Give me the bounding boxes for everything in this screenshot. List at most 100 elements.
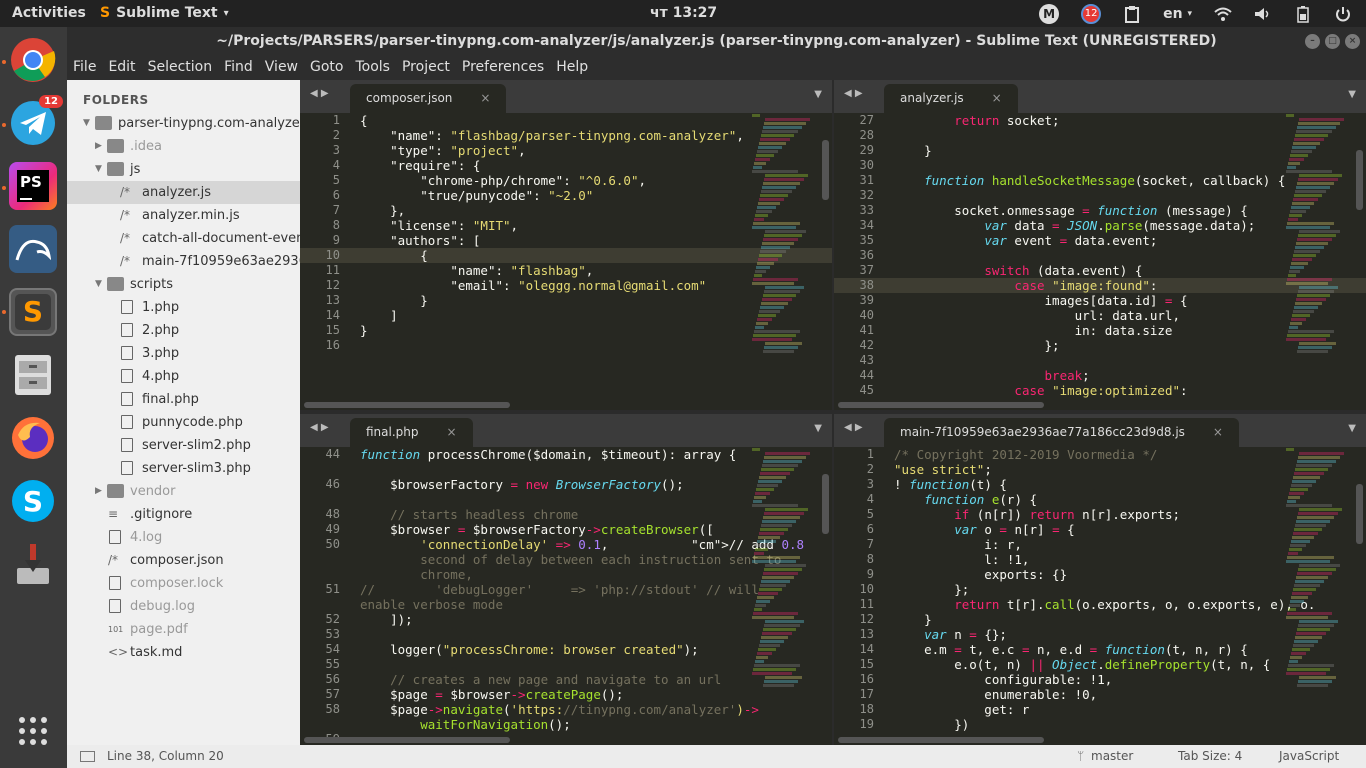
tab-dropdown-icon[interactable]: ▼: [814, 423, 822, 434]
sidebar-item[interactable]: /* composer.json: [67, 549, 300, 572]
editor-tab[interactable]: composer.json ×: [350, 84, 507, 113]
language-indicator[interactable]: en ▾: [1163, 5, 1192, 23]
sidebar-item[interactable]: 2.php: [67, 319, 300, 342]
chrome-icon[interactable]: [9, 36, 57, 84]
sublime-text-icon[interactable]: S: [9, 288, 57, 336]
minimize-button[interactable]: –: [1305, 34, 1320, 49]
close-tab-icon[interactable]: ×: [1213, 425, 1223, 439]
minimap[interactable]: [1286, 113, 1346, 400]
sidebar-item[interactable]: /* analyzer.js: [67, 181, 300, 204]
editor-pane-top-right[interactable]: ◀ ▶ analyzer.js × ▼ 27 28 29 30 31 32 33 34 35 36 37 38…: [834, 80, 1366, 410]
git-branch[interactable]: master: [1091, 745, 1133, 768]
telegram-icon[interactable]: 12: [9, 95, 63, 147]
sidebar-item[interactable]: ▼ parser-tinypng.com-analyzer: [67, 112, 300, 135]
file-cabinet-icon[interactable]: [9, 351, 57, 399]
syntax-selector[interactable]: JavaScript: [1279, 745, 1339, 768]
menu-help[interactable]: Help: [556, 56, 594, 80]
sidebar-item[interactable]: 4.log: [67, 526, 300, 549]
editor-tab[interactable]: final.php ×: [350, 418, 473, 447]
menu-edit[interactable]: Edit: [108, 56, 141, 80]
collapsed-arrow-icon[interactable]: ▶: [95, 135, 102, 158]
sidebar-item[interactable]: 101 page.pdf: [67, 618, 300, 641]
menu-view[interactable]: View: [265, 56, 304, 80]
tab-dropdown-icon[interactable]: ▼: [1348, 89, 1356, 100]
close-tab-icon[interactable]: ×: [992, 91, 1002, 105]
editor-tab[interactable]: analyzer.js ×: [884, 84, 1018, 113]
tab-dropdown-icon[interactable]: ▼: [1348, 423, 1356, 434]
editor-pane-top-left[interactable]: ◀ ▶ composer.json × ▼ 1 2 3 4 5 6 7 8 9 10 11 12 13 14 15 1…: [300, 80, 832, 410]
clock[interactable]: чт 13:27: [650, 5, 717, 21]
horizontal-scrollbar[interactable]: [838, 402, 1044, 408]
tab-dropdown-icon[interactable]: ▼: [814, 89, 822, 100]
menu-file[interactable]: File: [73, 56, 102, 80]
app-grid-icon[interactable]: [9, 707, 57, 755]
menu-tools[interactable]: Tools: [355, 56, 396, 80]
sidebar-item[interactable]: 4.php: [67, 365, 300, 388]
m-indicator-icon[interactable]: M: [1039, 3, 1060, 24]
tab-size[interactable]: Tab Size: 4: [1178, 745, 1242, 768]
menu-project[interactable]: Project: [402, 56, 456, 80]
sidebar-item[interactable]: composer.lock: [67, 572, 300, 595]
menu-find[interactable]: Find: [224, 56, 259, 80]
menu-goto[interactable]: Goto: [310, 56, 349, 80]
menu-preferences[interactable]: Preferences: [462, 56, 550, 80]
sidebar-item[interactable]: ▼ js: [67, 158, 300, 181]
sidebar-item[interactable]: server-slim3.php: [67, 457, 300, 480]
sidebar-item[interactable]: /* analyzer.min.js: [67, 204, 300, 227]
sidebar-item[interactable]: server-slim2.php: [67, 434, 300, 457]
notifications-icon[interactable]: 12: [1081, 3, 1102, 24]
editor-pane-bottom-left[interactable]: ◀ ▶ final.php × ▼ 44 46 48 49 50 51 52 53 54 55 56 57 58…: [300, 414, 832, 745]
expanded-arrow-icon[interactable]: ▼: [95, 158, 102, 181]
maximize-button[interactable]: □: [1325, 34, 1340, 49]
app-menu-button[interactable]: S Sublime Text ▾: [100, 5, 229, 21]
close-tab-icon[interactable]: ×: [480, 91, 490, 105]
minimap[interactable]: [752, 447, 812, 735]
close-button[interactable]: ×: [1345, 34, 1360, 49]
sidebar-item[interactable]: ≡ .gitignore: [67, 503, 300, 526]
close-tab-icon[interactable]: ×: [447, 425, 457, 439]
collapsed-arrow-icon[interactable]: ▶: [95, 480, 102, 503]
mysql-workbench-icon[interactable]: [9, 225, 57, 273]
horizontal-scrollbar[interactable]: [838, 737, 1044, 743]
sidebar-item[interactable]: ▼ scripts: [67, 273, 300, 296]
sidebar-item[interactable]: ▶ vendor: [67, 480, 300, 503]
sidebar-item[interactable]: debug.log: [67, 595, 300, 618]
sidebar-item[interactable]: final.php: [67, 388, 300, 411]
phpstorm-icon[interactable]: PS: [9, 162, 57, 210]
editor-tab[interactable]: main-7f10959e63ae2936ae77a186cc23d9d8.js…: [884, 418, 1239, 447]
vertical-scrollbar[interactable]: [822, 474, 829, 534]
sidebar-item[interactable]: punnycode.php: [67, 411, 300, 434]
tab-nav-arrows-icon[interactable]: ◀ ▶: [310, 422, 329, 433]
wifi-icon[interactable]: [1214, 5, 1232, 23]
horizontal-scrollbar[interactable]: [304, 402, 510, 408]
tab-nav-arrows-icon[interactable]: ◀ ▶: [844, 88, 863, 99]
tab-nav-arrows-icon[interactable]: ◀ ▶: [844, 422, 863, 433]
panel-toggle-icon[interactable]: [80, 751, 95, 762]
vertical-scrollbar[interactable]: [1356, 484, 1363, 544]
battery-icon[interactable]: [1294, 5, 1312, 23]
activities-button[interactable]: Activities: [12, 5, 86, 21]
vertical-scrollbar[interactable]: [1356, 150, 1363, 210]
sidebar-item[interactable]: /* catch-all-document-events.: [67, 227, 300, 250]
vertical-scrollbar[interactable]: [822, 140, 829, 200]
window-titlebar[interactable]: ~/Projects/PARSERS/parser-tinypng.com-an…: [67, 27, 1366, 56]
minimap[interactable]: [752, 113, 812, 400]
tab-nav-arrows-icon[interactable]: ◀ ▶: [310, 88, 329, 99]
menu-selection[interactable]: Selection: [148, 56, 219, 80]
power-menu-icon[interactable]: [1334, 5, 1352, 23]
volume-icon[interactable]: [1254, 5, 1272, 23]
minimap[interactable]: [1286, 447, 1346, 735]
sidebar-item[interactable]: /* main-7f10959e63ae2936ae7: [67, 250, 300, 273]
sidebar-item[interactable]: <> task.md: [67, 641, 300, 664]
horizontal-scrollbar[interactable]: [304, 737, 510, 743]
expanded-arrow-icon[interactable]: ▼: [95, 273, 102, 296]
archive-manager-icon[interactable]: [9, 540, 57, 588]
sidebar-item[interactable]: ▶ .idea: [67, 135, 300, 158]
clipboard-icon[interactable]: [1123, 5, 1141, 23]
firefox-icon[interactable]: [9, 414, 57, 462]
expanded-arrow-icon[interactable]: ▼: [83, 112, 90, 135]
skype-icon[interactable]: S: [9, 477, 57, 525]
sidebar-item[interactable]: 3.php: [67, 342, 300, 365]
editor-pane-bottom-right[interactable]: ◀ ▶ main-7f10959e63ae2936ae77a186cc23d9d8…: [834, 414, 1366, 745]
sidebar-item[interactable]: 1.php: [67, 296, 300, 319]
